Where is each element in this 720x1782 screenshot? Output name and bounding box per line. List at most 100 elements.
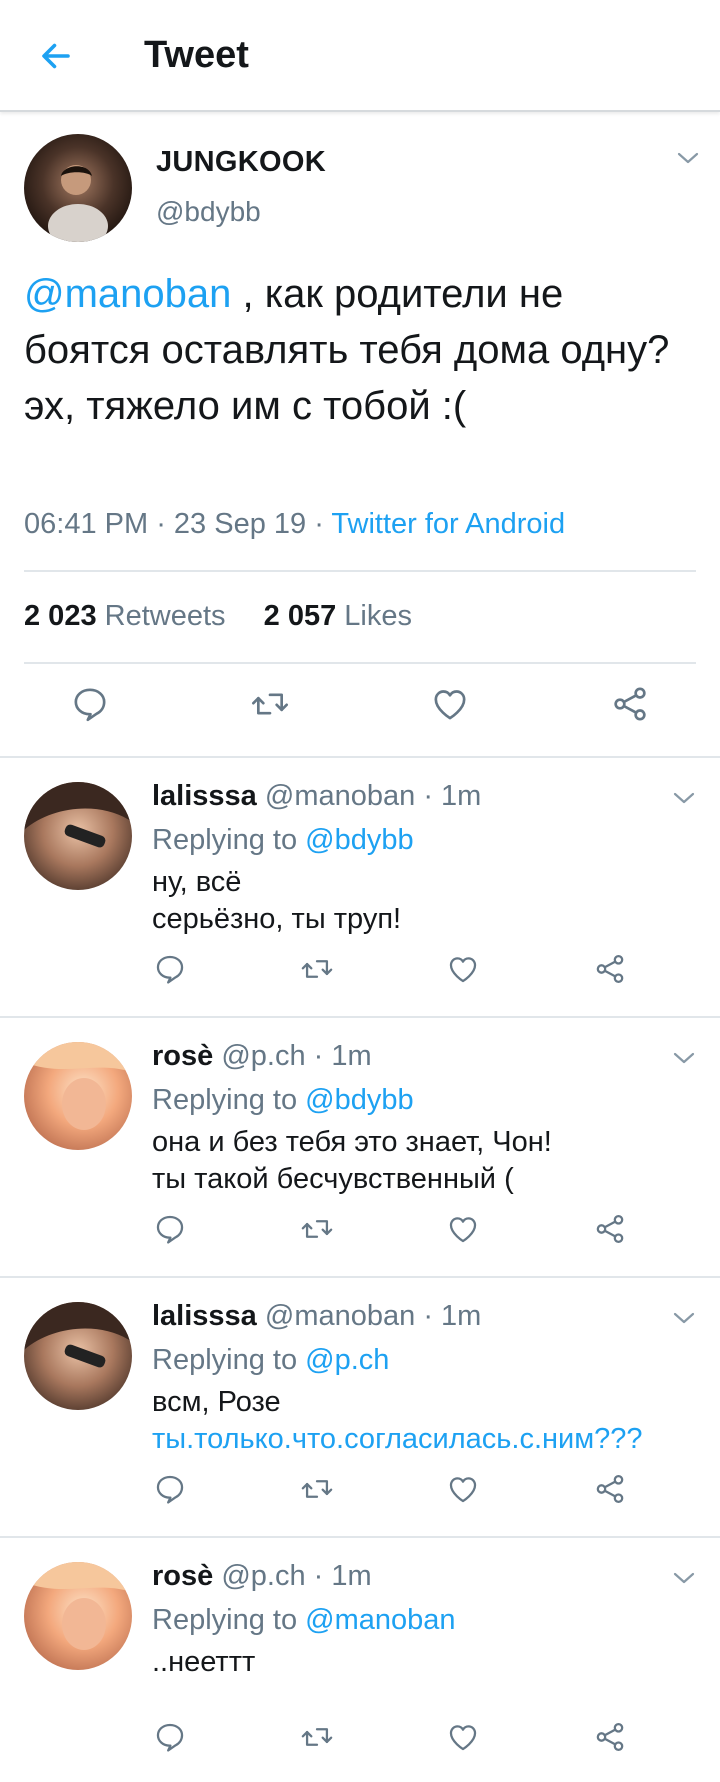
reply-tweet[interactable]: rosè @p.ch · 1m Replying to @bdybb она и… bbox=[0, 1020, 720, 1278]
replying-to-link[interactable]: @bdybb bbox=[305, 1084, 413, 1116]
reply-tweet[interactable]: lalisssa @manoban · 1m Replying to @bdyb… bbox=[0, 760, 720, 1018]
reply-actions bbox=[0, 1204, 720, 1254]
chevron-down-icon[interactable] bbox=[672, 1570, 696, 1586]
avatar[interactable] bbox=[24, 782, 132, 890]
reply-time: · 1m bbox=[415, 780, 482, 812]
heart-icon bbox=[446, 1212, 480, 1246]
page-title: Tweet bbox=[144, 34, 249, 76]
reply-icon bbox=[153, 952, 187, 986]
reply-button[interactable] bbox=[145, 1464, 195, 1514]
reply-text-line: серьёзно, ты труп! bbox=[152, 903, 402, 935]
chevron-down-icon[interactable] bbox=[672, 1050, 696, 1066]
like-button[interactable] bbox=[438, 1204, 488, 1254]
chevron-down-icon[interactable] bbox=[672, 790, 696, 806]
likes-stat[interactable]: 2 057 Likes bbox=[264, 600, 412, 632]
avatar-image bbox=[24, 134, 132, 242]
reply-text-line: ну, всё bbox=[152, 866, 242, 898]
retweet-button[interactable] bbox=[292, 1204, 342, 1254]
author-handle[interactable]: @bdybb bbox=[156, 196, 261, 228]
share-icon bbox=[610, 684, 650, 724]
avatar[interactable] bbox=[24, 1042, 132, 1150]
divider bbox=[24, 570, 696, 572]
author-name[interactable]: JUNGKOOK bbox=[156, 146, 326, 179]
tweet-actions bbox=[0, 674, 720, 734]
avatar[interactable] bbox=[24, 134, 132, 242]
reply-icon bbox=[153, 1212, 187, 1246]
retweet-icon bbox=[300, 1720, 334, 1754]
meta-separator: · bbox=[306, 508, 332, 540]
reply-icon bbox=[70, 684, 110, 724]
reply-header: rosè @p.ch · 1m bbox=[152, 1560, 372, 1593]
avatar[interactable] bbox=[24, 1562, 132, 1670]
tweet-time: 06:41 PM bbox=[24, 508, 149, 540]
reply-author-handle[interactable]: @manoban bbox=[265, 1300, 415, 1332]
reply-tweet[interactable]: rosè @p.ch · 1m Replying to @manoban ..н… bbox=[0, 1540, 720, 1782]
main-tweet: JUNGKOOK @bdybb @manoban , как родители … bbox=[0, 114, 720, 758]
replying-to-link[interactable]: @p.ch bbox=[305, 1344, 389, 1376]
share-icon bbox=[593, 952, 627, 986]
divider bbox=[24, 662, 696, 664]
share-button[interactable] bbox=[585, 1204, 635, 1254]
retweets-stat[interactable]: 2 023 Retweets bbox=[24, 600, 226, 632]
chevron-down-icon[interactable] bbox=[676, 150, 700, 166]
share-button[interactable] bbox=[585, 944, 635, 994]
retweet-button[interactable] bbox=[292, 944, 342, 994]
retweet-icon bbox=[300, 1212, 334, 1246]
retweet-button[interactable] bbox=[292, 1464, 342, 1514]
reply-button[interactable] bbox=[60, 674, 120, 734]
reply-time: · 1m bbox=[305, 1560, 372, 1592]
share-icon bbox=[593, 1212, 627, 1246]
reply-tweet[interactable]: lalisssa @manoban · 1m Replying to @p.ch… bbox=[0, 1280, 720, 1538]
reply-button[interactable] bbox=[145, 1712, 195, 1762]
heart-icon bbox=[446, 1720, 480, 1754]
replying-to-label: Replying to bbox=[152, 1604, 306, 1636]
back-button[interactable] bbox=[30, 30, 82, 82]
like-button[interactable] bbox=[438, 1464, 488, 1514]
reply-icon bbox=[153, 1720, 187, 1754]
tweet-meta: 06:41 PM · 23 Sep 19 · Twitter for Andro… bbox=[24, 508, 565, 541]
retweets-count: 2 023 bbox=[24, 600, 97, 632]
replying-to-label: Replying to bbox=[152, 1084, 306, 1116]
reply-text-link[interactable]: ты.только.что.согласилась.с.ним??? bbox=[152, 1421, 712, 1458]
like-button[interactable] bbox=[438, 1712, 488, 1762]
reply-author-handle[interactable]: @p.ch bbox=[221, 1560, 305, 1592]
replying-to-link[interactable]: @bdybb bbox=[305, 824, 413, 856]
share-button[interactable] bbox=[585, 1712, 635, 1762]
reply-author-name[interactable]: lalisssa bbox=[152, 1300, 257, 1332]
share-button[interactable] bbox=[600, 674, 660, 734]
share-button[interactable] bbox=[585, 1464, 635, 1514]
reply-button[interactable] bbox=[145, 944, 195, 994]
like-button[interactable] bbox=[420, 674, 480, 734]
retweet-button[interactable] bbox=[292, 1712, 342, 1762]
reply-author-name[interactable]: lalisssa bbox=[152, 780, 257, 812]
reply-text-line: ты такой бесчувственный ( bbox=[152, 1163, 514, 1195]
reply-text-line: ..нееттт bbox=[152, 1646, 256, 1678]
avatar-image bbox=[24, 1302, 132, 1410]
retweet-button[interactable] bbox=[240, 674, 300, 734]
like-button[interactable] bbox=[438, 944, 488, 994]
reply-author-handle[interactable]: @manoban bbox=[265, 780, 415, 812]
replying-to-link[interactable]: @manoban bbox=[305, 1604, 455, 1636]
tweet-source-link[interactable]: Twitter for Android bbox=[331, 508, 565, 540]
avatar-image bbox=[24, 782, 132, 890]
reply-author-handle[interactable]: @p.ch bbox=[221, 1040, 305, 1072]
reply-author-name[interactable]: rosè bbox=[152, 1040, 213, 1072]
reply-text: ну, всё серьёзно, ты труп! bbox=[152, 864, 712, 938]
reply-author-name[interactable]: rosè bbox=[152, 1560, 213, 1592]
mention-link[interactable]: @manoban bbox=[24, 272, 231, 316]
replying-to-label: Replying to bbox=[152, 824, 306, 856]
heart-icon bbox=[446, 1472, 480, 1506]
reply-time: · 1m bbox=[305, 1040, 372, 1072]
reply-actions bbox=[0, 944, 720, 994]
replying-to: Replying to @manoban bbox=[152, 1604, 456, 1637]
reply-button[interactable] bbox=[145, 1204, 195, 1254]
reply-header: lalisssa @manoban · 1m bbox=[152, 1300, 481, 1333]
tweet-text: @manoban , как родители не боятся оставл… bbox=[24, 266, 696, 434]
avatar[interactable] bbox=[24, 1302, 132, 1410]
retweet-icon bbox=[250, 684, 290, 724]
reply-actions bbox=[0, 1464, 720, 1514]
chevron-down-icon[interactable] bbox=[672, 1310, 696, 1326]
replying-to: Replying to @p.ch bbox=[152, 1344, 389, 1377]
reply-header: rosè @p.ch · 1m bbox=[152, 1040, 372, 1073]
reply-icon bbox=[153, 1472, 187, 1506]
